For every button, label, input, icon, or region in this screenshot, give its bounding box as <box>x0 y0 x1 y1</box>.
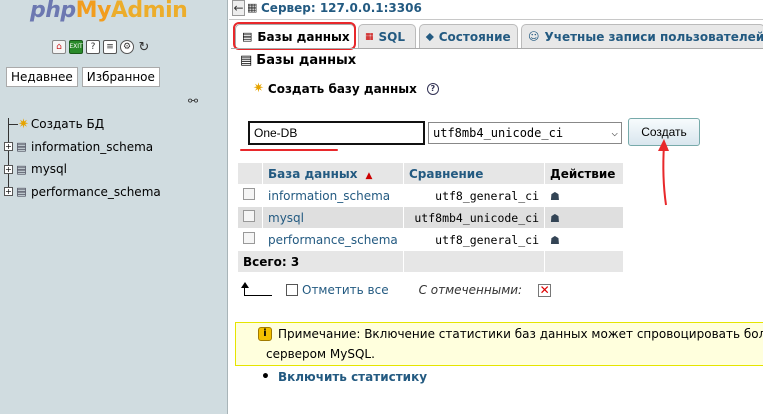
database-icon: ▤ <box>240 53 253 68</box>
nav-recent-favorites: Недавнее Избранное <box>6 67 160 87</box>
info-icon: i <box>258 327 272 341</box>
favorites-tab[interactable]: Избранное <box>81 67 160 87</box>
privileges-icon[interactable]: ☗ <box>550 212 560 225</box>
reload-icon[interactable]: ↻ <box>137 40 151 54</box>
table-row: mysql utf8mb4_unicode_ci ☗ <box>238 207 623 228</box>
tree-item-label: information_schema <box>31 139 154 154</box>
new-db-icon: ✷ <box>18 116 29 132</box>
database-name-input[interactable] <box>248 121 425 145</box>
tab-sql[interactable]: ▦ SQL <box>358 24 416 48</box>
help-icon[interactable]: ? <box>86 40 100 54</box>
docs-icon[interactable]: ≡ <box>103 40 117 54</box>
create-database-heading: ✷ Создать базу данных ? <box>253 81 439 96</box>
header-action: Действие <box>545 163 623 184</box>
database-icon: ▤ <box>16 140 27 154</box>
status-icon: ⬥ <box>426 29 434 43</box>
annotation-arrow <box>658 139 669 206</box>
tab-label: SQL <box>378 29 406 44</box>
tab-label: Учетные записи пользователей <box>544 29 763 44</box>
enable-statistics-item: • Включить статистику <box>261 369 428 385</box>
row-checkbox[interactable] <box>243 232 255 244</box>
collation-value: utf8mb4_unicode_ci <box>404 207 544 228</box>
privileges-icon[interactable]: ☗ <box>550 234 560 247</box>
enable-statistics-link[interactable]: Включить статистику <box>278 370 427 384</box>
sql-icon: ▦ <box>365 31 374 42</box>
server-breadcrumb[interactable]: Сервер: 127.0.0.1:3306 <box>261 1 422 15</box>
expand-icon[interactable]: + <box>4 142 13 152</box>
drop-icon[interactable]: ✕ <box>538 283 552 297</box>
tree-item-mysql[interactable]: + ▤ mysql <box>4 158 161 181</box>
phpmyadmin-logo[interactable]: phpMyAdmin <box>30 0 188 23</box>
collapse-arrow-icon[interactable]: ← <box>232 0 245 16</box>
check-all-checkbox[interactable] <box>286 284 298 296</box>
database-link[interactable]: information_schema <box>268 189 390 203</box>
privileges-icon[interactable]: ☗ <box>550 190 560 203</box>
help-icon[interactable]: ? <box>426 82 439 95</box>
table-row: performance_schema utf8_general_ci ☗ <box>238 229 623 250</box>
tab-status[interactable]: ⬥ Состояние <box>419 24 518 48</box>
home-icon[interactable]: ⌂ <box>52 40 66 54</box>
row-checkbox[interactable] <box>243 188 255 200</box>
database-link[interactable]: performance_schema <box>268 233 398 247</box>
notice-text: сервером MySQL. <box>266 347 375 361</box>
link-icon[interactable]: ⚯ <box>188 94 198 108</box>
collation-value: utf8_general_ci <box>404 185 544 206</box>
check-all-link[interactable]: Отметить все <box>302 283 389 297</box>
row-checkbox[interactable] <box>243 210 255 222</box>
navigation-panel: phpMyAdmin ⌂ EXIT ? ≡ ⚙ ↻ Недавнее Избра… <box>0 0 228 414</box>
chevron-down-icon: ⌵ <box>611 126 618 139</box>
users-icon: ☺ <box>528 30 540 43</box>
expand-icon[interactable]: + <box>4 187 13 197</box>
tab-user-accounts[interactable]: ☺ Учетные записи пользователей <box>521 24 763 48</box>
header-check <box>238 163 262 184</box>
tab-label: Состояние <box>438 29 511 44</box>
sort-asc-icon: ▲ <box>365 170 373 181</box>
expand-icon[interactable]: + <box>4 164 13 174</box>
recent-tab[interactable]: Недавнее <box>6 67 78 87</box>
tab-highlight-annotation <box>233 22 356 50</box>
tree-item-new-db[interactable]: ✷ Создать БД <box>8 113 161 136</box>
notice-text: Примечание: Включение статистики баз дан… <box>278 327 763 341</box>
tree-item-label: mysql <box>31 162 67 177</box>
header-collation[interactable]: Сравнение <box>404 163 544 184</box>
arrow-up-icon <box>241 282 272 296</box>
database-tree: ✷ Создать БД + ▤ information_schema + ▤ … <box>4 113 161 204</box>
total-label: Всего: 3 <box>238 251 403 272</box>
server-icon: ▦ <box>247 1 258 14</box>
page-title: ▤ Базы данных <box>240 53 357 68</box>
tree-item-information-schema[interactable]: + ▤ information_schema <box>4 136 161 159</box>
collation-select[interactable]: utf8mb4_unicode_ci ⌵ <box>428 122 622 144</box>
notice-box: i Примечание: Включение статистики баз д… <box>235 322 763 366</box>
collation-value: utf8_general_ci <box>404 229 544 250</box>
tree-item-performance-schema[interactable]: + ▤ performance_schema <box>4 181 161 204</box>
tree-item-label: performance_schema <box>31 184 161 199</box>
server-breadcrumb-bar: ← ▦ Сервер: 127.0.0.1:3306 <box>229 0 763 20</box>
input-underline-annotation <box>240 149 338 151</box>
header-database[interactable]: База данных ▲ <box>263 163 403 184</box>
database-icon: ▤ <box>16 185 27 199</box>
new-db-icon: ✷ <box>253 81 264 96</box>
database-icon: ▤ <box>16 162 27 176</box>
main-content: ▤ Базы данных ✷ Создать базу данных ? ut… <box>231 48 763 414</box>
total-row: Всего: 3 <box>238 251 623 272</box>
exit-icon[interactable]: EXIT <box>69 40 83 54</box>
table-row: information_schema utf8_general_ci ☗ <box>238 185 623 206</box>
databases-table: База данных ▲ Сравнение Действие informat… <box>237 162 624 273</box>
database-link[interactable]: mysql <box>268 211 304 225</box>
nav-icon-bar: ⌂ EXIT ? ≡ ⚙ ↻ <box>52 40 151 54</box>
tree-item-label: Создать БД <box>30 117 105 132</box>
settings-icon[interactable]: ⚙ <box>120 40 134 54</box>
with-selected-label: С отмеченными: <box>418 283 523 297</box>
check-all-row: Отметить все С отмеченными: ✕ <box>241 282 564 297</box>
